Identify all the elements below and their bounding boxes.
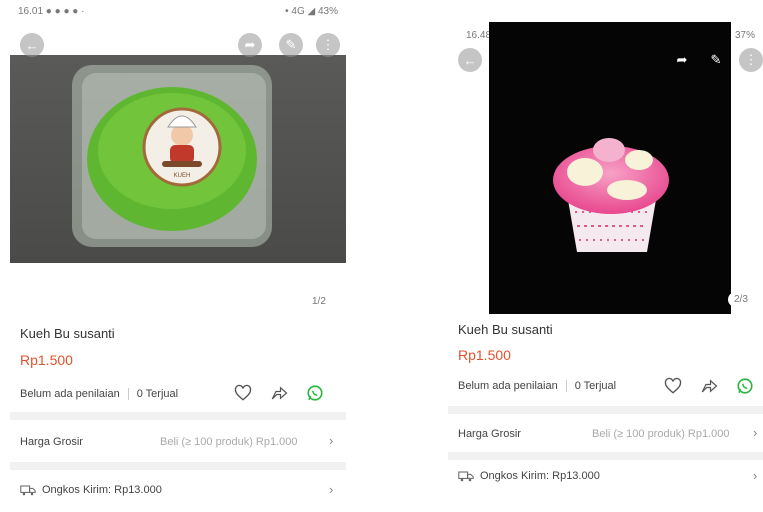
wholesale-label: Harga Grosir — [458, 428, 521, 440]
status-time: 16.48 — [466, 30, 492, 41]
image-counter: 1/2 — [306, 294, 332, 309]
heart-icon[interactable] — [234, 384, 252, 402]
truck-icon — [458, 471, 474, 482]
chevron-right-icon[interactable]: › — [753, 468, 757, 483]
product-screen-left: 16.01 ● ● ● ● · • 4G ◢ 43% KUEH ← ➦ ✎ ⋮ … — [0, 0, 358, 512]
more-icon[interactable]: ⋮ — [316, 33, 340, 57]
back-arrow-icon[interactable]: ← — [20, 33, 44, 57]
sold-count: 0 Terjual — [574, 380, 617, 392]
divider — [565, 380, 567, 392]
section-divider — [10, 462, 346, 470]
share-icon[interactable] — [270, 384, 288, 402]
status-indicators: 37% — [734, 30, 755, 41]
product-photo[interactable] — [489, 22, 731, 314]
kueh-pink-image — [553, 138, 669, 252]
whatsapp-icon[interactable] — [306, 384, 324, 402]
product-price: Rp1.500 — [458, 347, 511, 363]
shipping-row[interactable]: Ongkos Kirim: Rp13.000 — [20, 484, 162, 496]
image-counter: 2/3 — [728, 292, 754, 307]
share-icon[interactable]: ➦ — [670, 48, 694, 72]
status-indicators: • 4G ◢ 43% — [285, 6, 338, 17]
rating-text: Belum ada penilaian — [458, 380, 558, 392]
wholesale-label: Harga Grosir — [20, 436, 83, 448]
section-divider — [10, 412, 346, 420]
shipping-row[interactable]: Ongkos Kirim: Rp13.000 — [458, 470, 600, 482]
svg-text:KUEH: KUEH — [174, 173, 191, 179]
share-icon[interactable]: ➦ — [238, 33, 262, 57]
whatsapp-icon[interactable] — [736, 377, 754, 395]
more-icon[interactable]: ⋮ — [739, 48, 763, 72]
edit-icon[interactable]: ✎ — [279, 33, 303, 57]
product-screen-right: 16.48 37% ← ➦ ✎ ⋮ 2/3 Kueh Bu susanti Rp… — [448, 0, 763, 512]
chevron-right-icon[interactable]: › — [329, 433, 333, 448]
product-photo[interactable]: KUEH — [10, 55, 346, 263]
wholesale-value[interactable]: Beli (≥ 100 produk) Rp1.000 — [160, 436, 298, 448]
edit-icon[interactable]: ✎ — [704, 48, 728, 72]
rating-text: Belum ada penilaian — [20, 388, 120, 400]
kueh-green-image: KUEH — [72, 65, 272, 247]
truck-icon — [20, 485, 36, 496]
action-icons — [664, 377, 754, 395]
wholesale-value[interactable]: Beli (≥ 100 produk) Rp1.000 — [592, 428, 730, 440]
product-title: Kueh Bu susanti — [458, 322, 553, 337]
heart-icon[interactable] — [664, 377, 682, 395]
rating-sold-row: Belum ada penilaian 0 Terjual — [20, 388, 178, 400]
shipping-label: Ongkos Kirim: Rp13.000 — [480, 470, 600, 482]
share-icon[interactable] — [700, 377, 718, 395]
divider — [127, 388, 129, 400]
action-icons — [234, 384, 324, 402]
shipping-label: Ongkos Kirim: Rp13.000 — [42, 484, 162, 496]
chevron-right-icon[interactable]: › — [753, 425, 757, 440]
sold-count: 0 Terjual — [136, 388, 179, 400]
rating-sold-row: Belum ada penilaian 0 Terjual — [458, 380, 616, 392]
section-divider — [448, 452, 763, 460]
chevron-right-icon[interactable]: › — [329, 482, 333, 497]
product-price: Rp1.500 — [20, 352, 73, 368]
section-divider — [448, 406, 763, 414]
product-title: Kueh Bu susanti — [20, 326, 115, 341]
back-arrow-icon[interactable]: ← — [458, 48, 482, 72]
status-time: 16.01 ● ● ● ● · — [18, 6, 85, 17]
